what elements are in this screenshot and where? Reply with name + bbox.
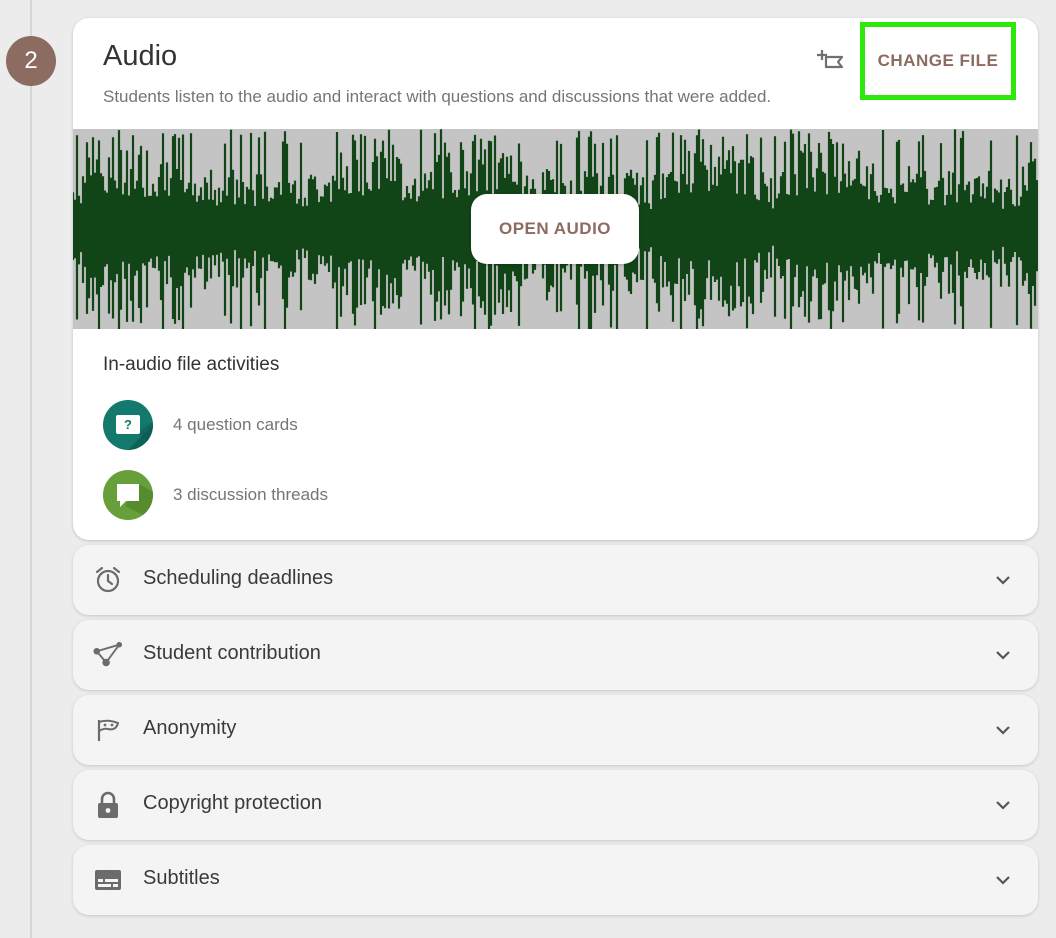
alarm-clock-icon	[93, 565, 123, 595]
activity-question-cards: ? 4 question cards	[103, 400, 298, 450]
card-title: Audio	[103, 40, 178, 72]
share-network-icon	[93, 640, 123, 670]
chevron-down-icon	[992, 569, 1014, 591]
svg-text:?: ?	[124, 417, 132, 432]
activities-heading: In-audio file activities	[103, 354, 280, 375]
question-card-icon: ?	[103, 400, 153, 450]
chevron-down-icon	[992, 869, 1014, 891]
card-description: Students listen to the audio and interac…	[103, 87, 772, 106]
accordion-copyright-protection[interactable]: Copyright protection	[73, 770, 1038, 840]
chevron-down-icon	[992, 794, 1014, 816]
audio-card: Audio Students listen to the audio and i…	[73, 18, 1038, 540]
discussion-bubble-icon	[103, 470, 153, 520]
accordion-label: Subtitles	[143, 867, 220, 889]
accordion-scheduling-deadlines[interactable]: Scheduling deadlines	[73, 545, 1038, 615]
timeline-line	[30, 0, 32, 938]
accordion-anonymity[interactable]: Anonymity	[73, 695, 1038, 765]
step-number-badge: 2	[6, 36, 56, 86]
change-file-button[interactable]: CHANGE FILE	[860, 22, 1016, 100]
lock-icon	[93, 790, 123, 820]
activity-label: 3 discussion threads	[173, 485, 328, 504]
accordion-label: Student contribution	[143, 642, 321, 664]
accordion-label: Copyright protection	[143, 792, 322, 814]
mask-icon	[93, 715, 123, 745]
chevron-down-icon	[992, 644, 1014, 666]
open-audio-button[interactable]: OPEN AUDIO	[471, 194, 639, 264]
accordion-student-contribution[interactable]: Student contribution	[73, 620, 1038, 690]
accordion-label: Scheduling deadlines	[143, 567, 334, 589]
accordion-label: Anonymity	[143, 717, 237, 739]
subtitles-icon	[93, 865, 123, 895]
activity-discussion-threads: 3 discussion threads	[103, 470, 328, 520]
activity-label: 4 question cards	[173, 415, 298, 434]
add-card-icon[interactable]	[813, 44, 851, 78]
chevron-down-icon	[992, 719, 1014, 741]
accordion-subtitles[interactable]: Subtitles	[73, 845, 1038, 915]
